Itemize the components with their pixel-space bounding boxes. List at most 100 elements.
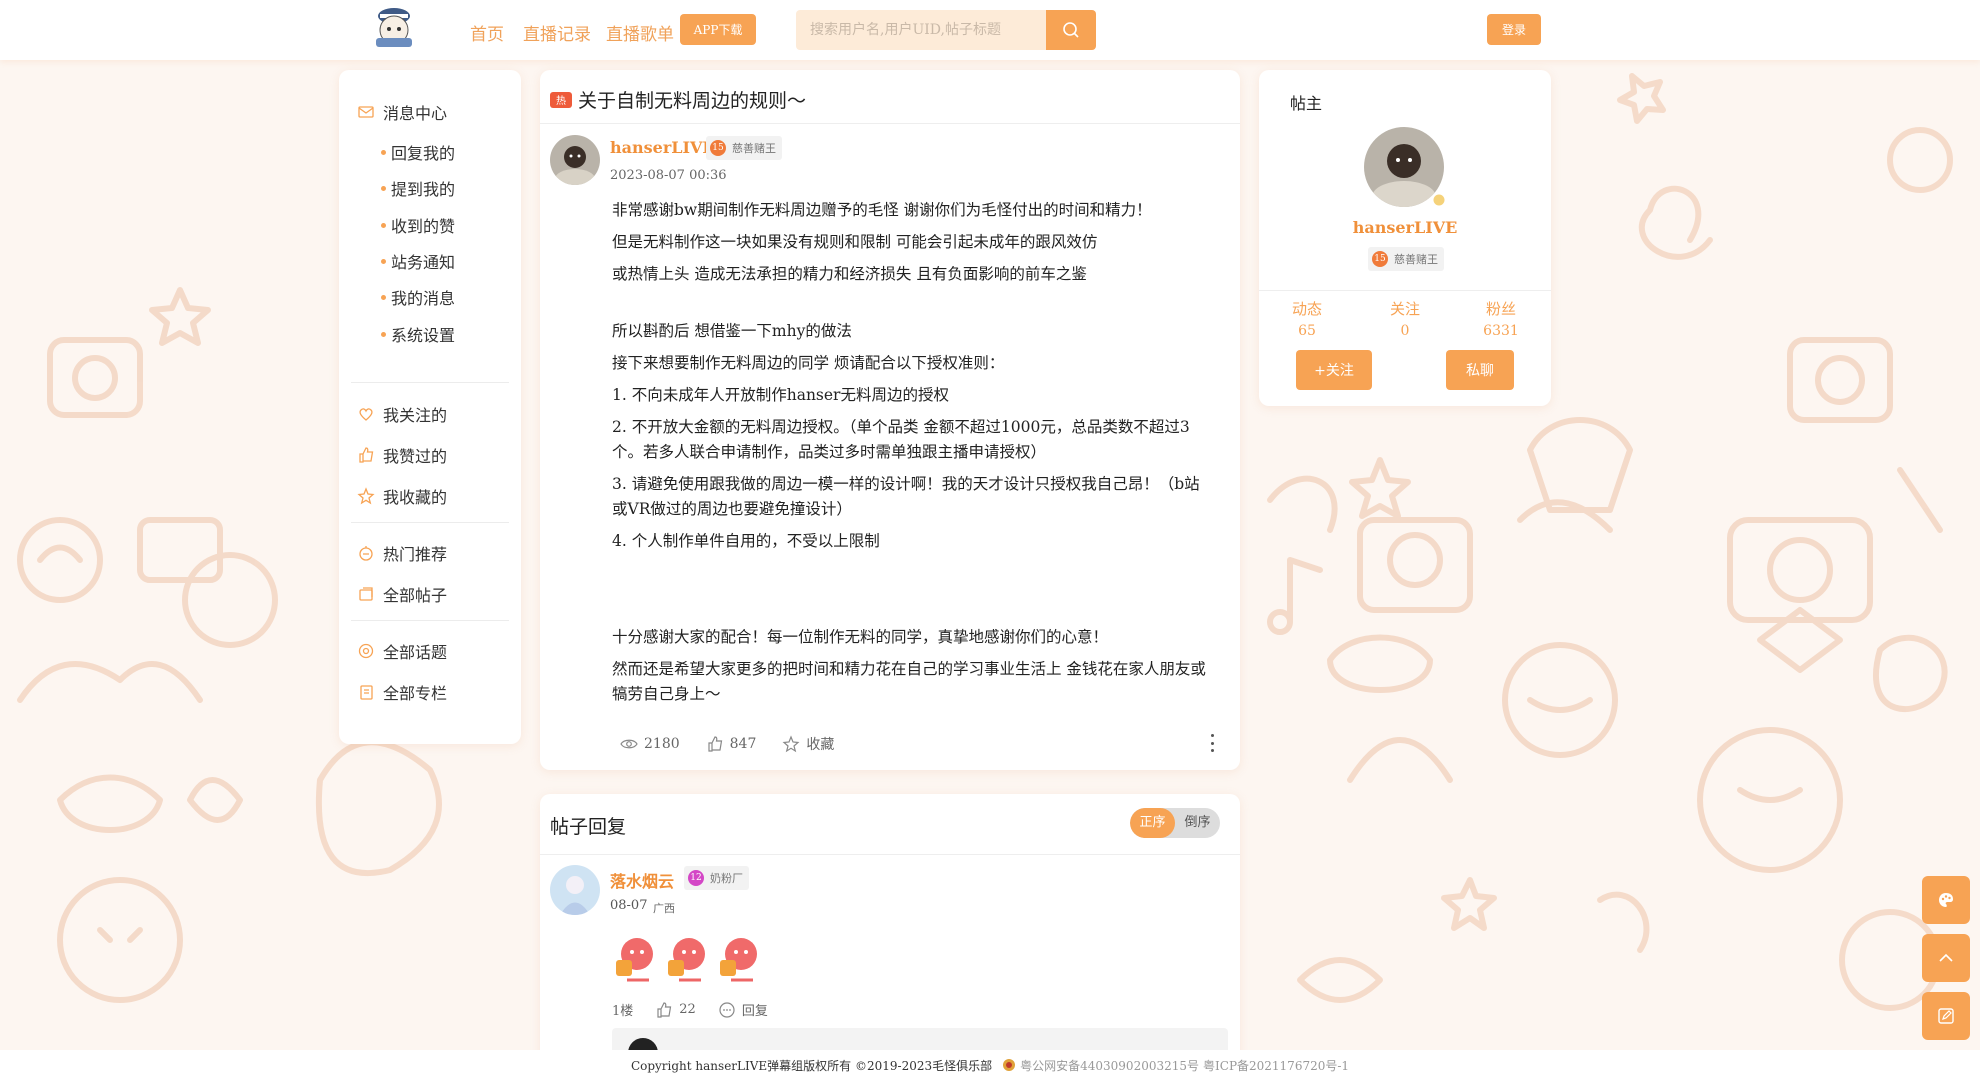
post-stats: 2180 847 收藏 — [620, 734, 860, 754]
sidebar-item-mentions[interactable]: 提到我的 — [381, 176, 455, 200]
stat-label: 动态 — [1291, 300, 1322, 318]
level-number: 15 — [710, 140, 726, 156]
author-card-name[interactable]: hanserLIVE — [1259, 218, 1551, 237]
author-stat-fans[interactable]: 粉丝 6331 — [1461, 298, 1541, 339]
sidebar-item-all-columns[interactable]: 全部专栏 — [357, 680, 447, 704]
sort-descending[interactable]: 倒序 — [1175, 808, 1220, 838]
police-record-link[interactable]: 粤公网安备44030902003215号 — [1020, 1057, 1199, 1074]
sidebar-item-likes-received[interactable]: 收到的赞 — [381, 213, 455, 237]
author-stat-following[interactable]: 关注 0 — [1365, 298, 1445, 339]
new-post-button[interactable] — [1922, 992, 1970, 1040]
topic-icon — [357, 642, 375, 660]
sidebar-item-liked[interactable]: 我赞过的 — [357, 443, 447, 467]
reply-button[interactable]: 回复 — [718, 1000, 768, 1019]
back-to-top-button[interactable] — [1922, 934, 1970, 982]
view-count-value: 2180 — [644, 736, 680, 752]
author-card: 帖主 hanserLIVE 15 慈善赌王 动态 65 关注 0 粉丝 6331… — [1259, 70, 1551, 406]
replies-card: 帖子回复 正序 倒序 落水烟云 12 奶粉厂 08-07 广西 1楼 22 回复 — [540, 794, 1240, 1080]
level-number: 12 — [688, 870, 704, 886]
sticker-image-icon — [616, 938, 653, 982]
sidebar-item-settings[interactable]: 系统设置 — [381, 322, 455, 346]
like-button[interactable]: 847 — [706, 735, 757, 753]
message-button[interactable]: 私聊 — [1446, 350, 1514, 390]
level-badge: 15 慈善赌王 — [1368, 247, 1444, 271]
sidebar-label: 我赞过的 — [383, 447, 448, 466]
theme-button[interactable] — [1922, 876, 1970, 924]
post-paragraph: 然而还是希望大家更多的把时间和精力花在自己的学习事业生活上 金钱花在家人朋友或犒… — [612, 660, 1206, 703]
sort-toggle[interactable]: 正序 倒序 — [1130, 808, 1220, 838]
sidebar-item-all-posts[interactable]: 全部帖子 — [357, 582, 447, 606]
post-paragraph: 接下来想要制作无料周边的同学 烦请配合以下授权准则： — [612, 354, 1005, 372]
sort-ascending[interactable]: 正序 — [1130, 808, 1175, 838]
login-button[interactable]: 登录 — [1487, 14, 1541, 45]
reply-label: 回复 — [741, 1004, 768, 1019]
bullet-icon — [381, 331, 386, 337]
sticker-image-icon — [668, 938, 705, 982]
reply-avatar[interactable] — [550, 865, 600, 915]
bullet-icon — [381, 222, 386, 228]
reply-author-name[interactable]: 落水烟云 — [610, 868, 674, 892]
stat-label: 关注 — [1389, 300, 1420, 318]
nav-live-songs[interactable]: 直播歌单 — [606, 20, 674, 45]
footer: Copyright hanserLIVE弹幕组版权所有 ©2019-2023毛怪… — [0, 1050, 1980, 1080]
sidebar-label: 消息中心 — [383, 104, 448, 123]
sidebar-item-following[interactable]: 我关注的 — [357, 402, 447, 426]
sidebar-label: 系统设置 — [391, 326, 456, 345]
sidebar-item-my-messages[interactable]: 我的消息 — [381, 285, 455, 309]
replies-title: 帖子回复 — [550, 816, 627, 838]
avatar-image-icon — [550, 865, 600, 915]
post-paragraph: 3. 请避免使用跟我做的周边一模一样的设计啊！我的天才设计只授权我自己昂！（b站… — [612, 475, 1200, 518]
sidebar-label: 全部专栏 — [383, 684, 448, 703]
author-card-avatar[interactable] — [1364, 127, 1444, 207]
more-options-icon[interactable] — [1207, 734, 1217, 752]
sidebar-item-replies[interactable]: 回复我的 — [381, 140, 455, 164]
nav-home[interactable]: 首页 — [470, 20, 504, 45]
author-card-divider — [1259, 290, 1551, 291]
avatar-image-icon — [1364, 127, 1444, 207]
logo-mascot-icon — [376, 8, 412, 47]
favorite-button[interactable]: 收藏 — [782, 734, 834, 754]
sidebar-divider — [351, 620, 509, 621]
post-paragraph: 十分感谢大家的配合！每一位制作无料的同学，真挚地感谢你们的心意！ — [612, 628, 1109, 646]
follow-button[interactable]: +关注 — [1296, 350, 1372, 390]
author-avatar[interactable] — [550, 135, 600, 185]
level-badge: 15 慈善赌王 — [706, 136, 782, 160]
level-number: 15 — [1372, 251, 1388, 267]
icp-record-link[interactable]: 粤ICP备2021176720号-1 — [1203, 1057, 1349, 1074]
stat-value: 65 — [1298, 323, 1316, 339]
post-title-row: 热 关于自制无料周边的规则～ — [550, 86, 806, 113]
author-name[interactable]: hanserLIVE — [610, 138, 715, 157]
floor-number: 1楼 — [612, 1004, 634, 1019]
sidebar-item-favorites[interactable]: 我收藏的 — [357, 484, 447, 508]
app-download-button[interactable]: APP下载 — [680, 14, 756, 45]
sidebar-item-site-notice[interactable]: 站务通知 — [381, 249, 455, 273]
reply-like-count: 22 — [679, 1002, 696, 1017]
post-paragraph: 4. 个人制作单件自用的，不受以上限制 — [612, 532, 880, 550]
site-logo[interactable] — [368, 4, 420, 50]
column-icon — [357, 683, 375, 701]
thumbs-up-icon — [357, 446, 375, 464]
nav-live-records[interactable]: 直播记录 — [523, 20, 591, 45]
posts-icon — [357, 585, 375, 603]
level-badge: 12 奶粉厂 — [684, 866, 749, 890]
search-input[interactable] — [796, 10, 1046, 50]
post-paragraph: 或热情上头 造成无法承担的精力和经济损失 且有负面影响的前车之鉴 — [612, 265, 1087, 283]
mail-icon — [357, 103, 375, 121]
thumbs-up-icon — [708, 736, 722, 752]
sidebar-item-all-topics[interactable]: 全部话题 — [357, 639, 447, 663]
sidebar-item-hot[interactable]: 热门推荐 — [357, 541, 447, 565]
like-count-value: 847 — [729, 736, 757, 752]
bullet-icon — [381, 294, 386, 300]
thumbs-up-icon — [657, 1001, 672, 1018]
reply-like-button[interactable]: 22 — [655, 1001, 696, 1019]
sidebar-message-center[interactable]: 消息中心 — [357, 100, 447, 124]
title-divider — [540, 123, 1240, 124]
avatar-image-icon — [550, 135, 600, 185]
sidebar-label: 全部帖子 — [383, 586, 448, 605]
level-title: 慈善赌王 — [1394, 253, 1438, 266]
search-button[interactable] — [1046, 10, 1096, 50]
post-paragraph: 2. 不开放大金额的无料周边授权。（单个品类 金额不超过1000元，总品类数不超… — [612, 418, 1190, 461]
sidebar-divider — [351, 522, 509, 523]
author-stat-posts[interactable]: 动态 65 — [1267, 298, 1347, 339]
